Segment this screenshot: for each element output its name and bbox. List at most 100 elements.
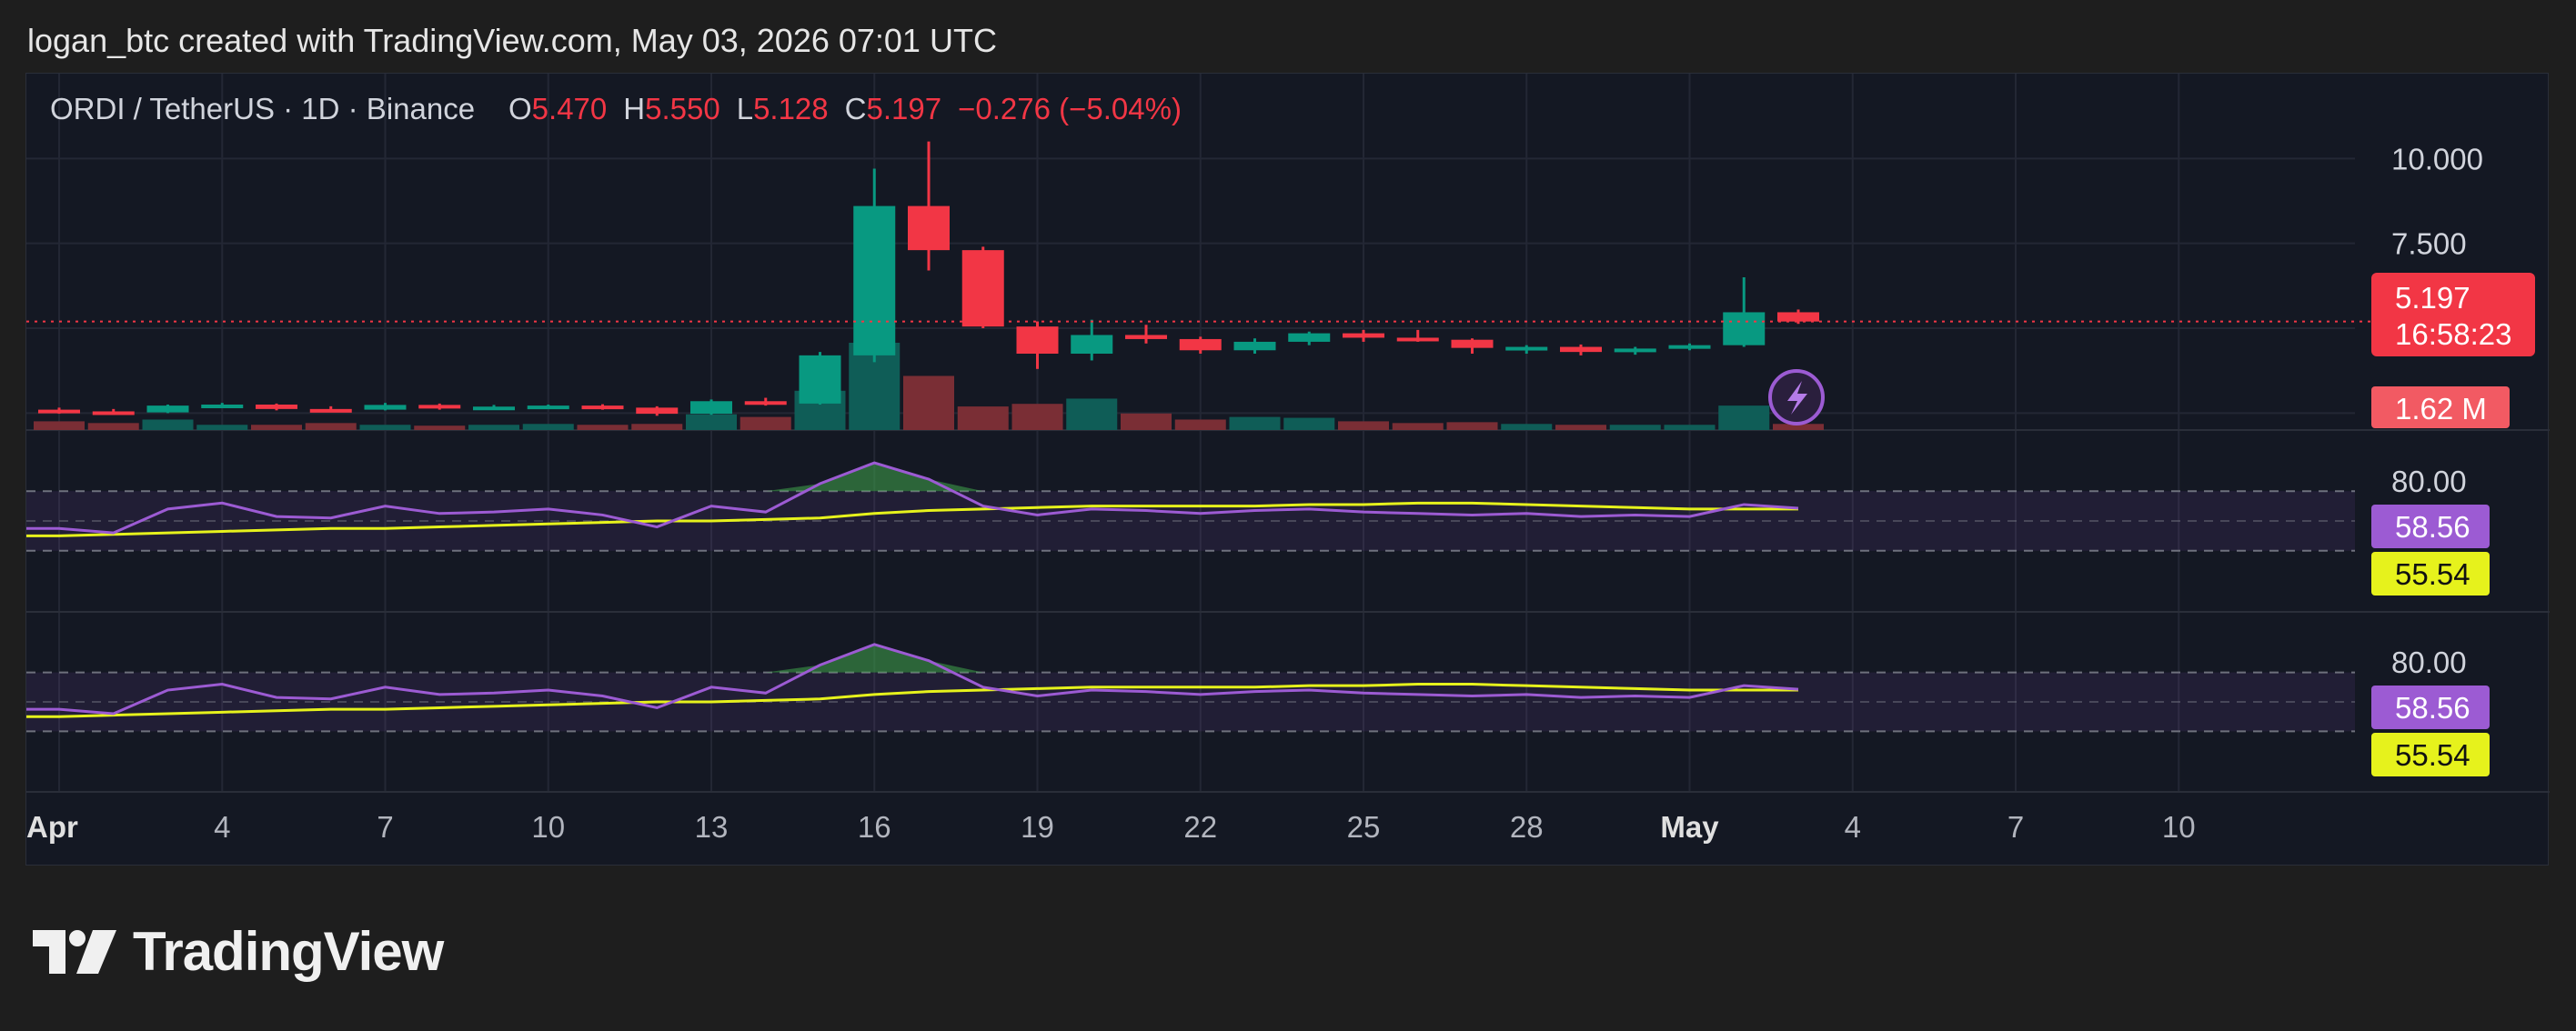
symbol-legend: ORDI / TetherUS · 1D · Binance xyxy=(50,92,475,125)
candle-body xyxy=(1179,338,1222,351)
rsi2-value: 58.56 xyxy=(2395,691,2470,725)
high-value: 5.550 xyxy=(645,92,720,125)
volume-bar xyxy=(196,425,248,430)
volume-bar xyxy=(631,424,683,430)
candle-body xyxy=(581,405,624,410)
close-value: 5.197 xyxy=(867,92,942,125)
x-tick-label: May xyxy=(1660,810,1719,844)
x-tick-label: 7 xyxy=(377,810,393,844)
x-tick-label: 25 xyxy=(1347,810,1381,844)
volume-bar xyxy=(1121,413,1172,430)
candle-body xyxy=(92,411,135,415)
candle-body xyxy=(309,408,352,413)
volume-bar xyxy=(468,425,519,430)
candle-body xyxy=(690,401,732,415)
price-pane xyxy=(26,141,2371,430)
volume-bar xyxy=(1718,405,1770,430)
price-tag-value: 5.197 xyxy=(2395,281,2470,315)
candle-body xyxy=(1071,335,1113,354)
tradingview-logo-icon xyxy=(33,929,116,974)
chart-canvas[interactable]: Apr4710131619222528May471010.0007.5002.5… xyxy=(26,74,2550,866)
lightning-icon[interactable] xyxy=(1768,369,1825,425)
close-label: C xyxy=(845,92,867,125)
volume-bar xyxy=(87,423,139,430)
price-tag-countdown: 16:58:23 xyxy=(2395,317,2511,351)
volume-bar xyxy=(1066,398,1118,430)
candle-body xyxy=(256,405,297,409)
rsi-overbought-fill xyxy=(765,463,983,492)
x-tick-label: 4 xyxy=(214,810,230,844)
volume-bar xyxy=(1446,422,1498,430)
volume-bar xyxy=(686,414,737,430)
low-label: L xyxy=(737,92,753,125)
volume-bar xyxy=(359,425,411,430)
chart-caption: logan_btc created with TradingView.com, … xyxy=(27,22,997,59)
open-label: O xyxy=(508,92,532,125)
volume-bar xyxy=(251,425,302,430)
volume-bar xyxy=(903,375,954,430)
ohlc-legend: O5.470 H5.550 L5.128 C5.197 −0.276 (−5.04%) xyxy=(508,92,1182,125)
rsi2-level-label: 80.00 xyxy=(2391,646,2467,679)
volume-bar xyxy=(1174,419,1226,430)
candle-body xyxy=(1233,341,1276,351)
chart-frame[interactable]: Apr4710131619222528May471010.0007.5002.5… xyxy=(25,73,2550,866)
volume-tag-value: 1.62 M xyxy=(2395,392,2487,425)
candle-body xyxy=(146,405,189,413)
price-axis-label: 7.500 xyxy=(2391,227,2467,261)
open-value: 5.470 xyxy=(532,92,608,125)
x-tick-label: 7 xyxy=(2007,810,2024,844)
rsi-overbought-fill xyxy=(765,644,983,673)
candle-body xyxy=(1343,333,1384,338)
high-label: H xyxy=(623,92,645,125)
candle-body xyxy=(1723,312,1766,345)
x-tick-label: 13 xyxy=(695,810,729,844)
candle-body xyxy=(38,409,80,414)
candle-body xyxy=(1288,333,1331,342)
volume-bar xyxy=(1011,404,1063,430)
candle-body xyxy=(527,405,569,410)
candle-body xyxy=(1396,337,1439,342)
volume-bar xyxy=(1501,424,1553,430)
rsi2-ma-value: 55.54 xyxy=(2395,738,2470,772)
candle-body xyxy=(1016,326,1059,354)
candle-body xyxy=(1451,339,1494,348)
candle-body xyxy=(418,405,461,409)
x-tick-label: 10 xyxy=(2162,810,2196,844)
candle-body xyxy=(364,405,407,410)
volume-bar xyxy=(740,416,791,430)
x-tick-label: Apr xyxy=(26,810,78,844)
volume-bar xyxy=(414,425,466,430)
candle-body xyxy=(1614,348,1656,353)
x-tick-label: 19 xyxy=(1021,810,1054,844)
candle-body xyxy=(853,205,896,355)
candle-body xyxy=(961,250,1004,327)
candle-body xyxy=(908,205,950,251)
candle-body xyxy=(636,407,679,415)
candle-body xyxy=(744,401,787,405)
volume-bar xyxy=(1664,425,1716,430)
change-value: −0.276 (−5.04%) xyxy=(958,92,1182,125)
rsi1-value: 58.56 xyxy=(2395,510,2470,544)
price-axis-label: 10.000 xyxy=(2391,142,2483,175)
x-tick-label: 4 xyxy=(1845,810,1861,844)
low-value: 5.128 xyxy=(753,92,829,125)
candle-body xyxy=(1125,335,1167,339)
tradingview-brand: TradingView xyxy=(33,920,444,983)
candle-body xyxy=(201,405,244,408)
x-tick-label: 10 xyxy=(531,810,565,844)
rsi-panes xyxy=(26,461,2355,733)
volume-bar xyxy=(957,406,1009,430)
volume-bar xyxy=(522,424,574,430)
rsi-pane xyxy=(26,643,2355,733)
volume-bar xyxy=(1283,417,1335,430)
volume-bar xyxy=(1609,425,1661,430)
candle-body xyxy=(799,355,841,404)
volume-bar xyxy=(577,425,629,430)
candle-body xyxy=(473,406,515,411)
volume-bar xyxy=(1229,416,1281,430)
candle-body xyxy=(1505,346,1548,351)
candle-body xyxy=(1777,312,1819,322)
x-tick-label: 28 xyxy=(1510,810,1544,844)
rsi-pane xyxy=(26,461,2355,552)
volume-bar xyxy=(1555,425,1606,430)
